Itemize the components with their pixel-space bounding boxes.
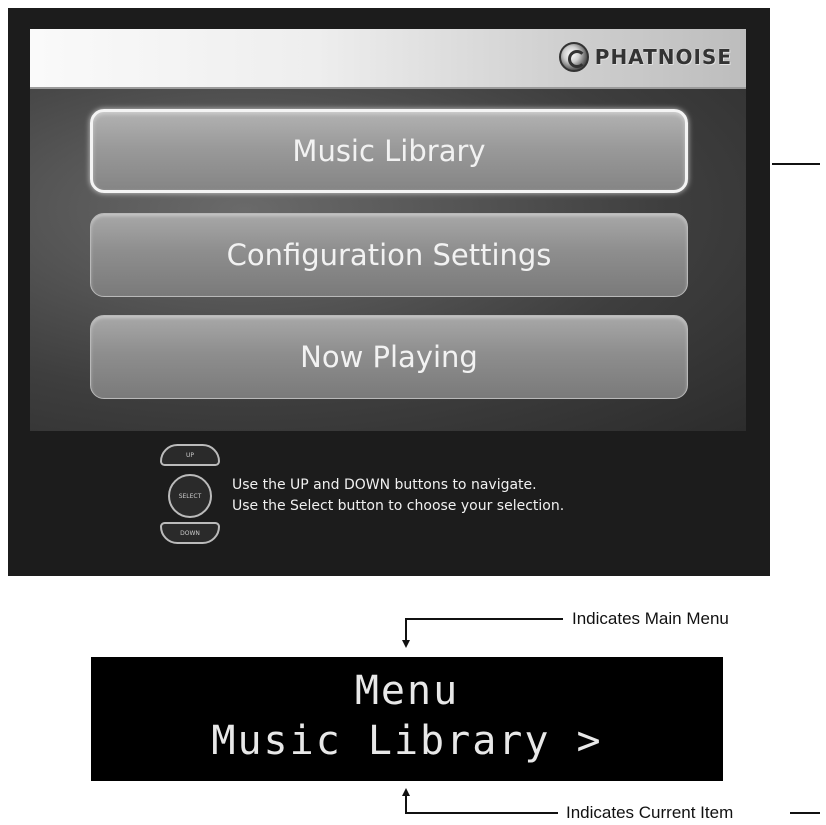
- hint-text: Use the UP and DOWN buttons to navigate.…: [232, 475, 564, 517]
- select-button-icon: SELECT: [168, 474, 212, 518]
- arrow-down-icon: [402, 640, 410, 648]
- hint-line-2: Use the Select button to choose your sel…: [232, 498, 565, 514]
- callout-bottom-stem: [405, 795, 407, 813]
- tv-screen: PHATNOISE Music Library Configuration Se…: [8, 8, 770, 576]
- menu-item-music-library[interactable]: Music Library: [90, 109, 688, 193]
- hint-line-1: Use the UP and DOWN buttons to navigate.: [232, 477, 537, 493]
- callout-bottom-tail: [790, 812, 820, 814]
- phatnoise-logo-icon: [558, 42, 589, 72]
- callout-main-menu: Indicates Main Menu: [572, 609, 729, 628]
- lcd-line-1: Menu: [354, 668, 460, 714]
- menu-item-configuration-settings[interactable]: Configuration Settings: [90, 213, 688, 297]
- navigation-hint: UP SELECT DOWN Use the UP and DOWN butto…: [156, 436, 716, 556]
- callout-top-leader: [405, 618, 563, 620]
- lcd-line-2: Music Library >: [211, 718, 603, 764]
- lcd-display: Menu Music Library >: [91, 657, 723, 781]
- callout-bottom-leader: [405, 812, 558, 814]
- menu-item-now-playing[interactable]: Now Playing: [90, 315, 688, 399]
- callout-current-item: Indicates Current Item: [566, 803, 734, 822]
- side-indicator-line: [772, 163, 820, 165]
- callout-top-stem: [405, 618, 407, 641]
- down-arrow-button-icon: DOWN: [160, 522, 220, 544]
- brand-logo: PHATNOISE: [558, 42, 732, 72]
- remote-control-icon: UP SELECT DOWN: [156, 436, 226, 556]
- brand-name: PHATNOISE: [594, 45, 732, 69]
- screen-content: PHATNOISE Music Library Configuration Se…: [30, 29, 746, 431]
- top-bar: PHATNOISE: [30, 29, 746, 89]
- up-arrow-button-icon: UP: [160, 444, 220, 466]
